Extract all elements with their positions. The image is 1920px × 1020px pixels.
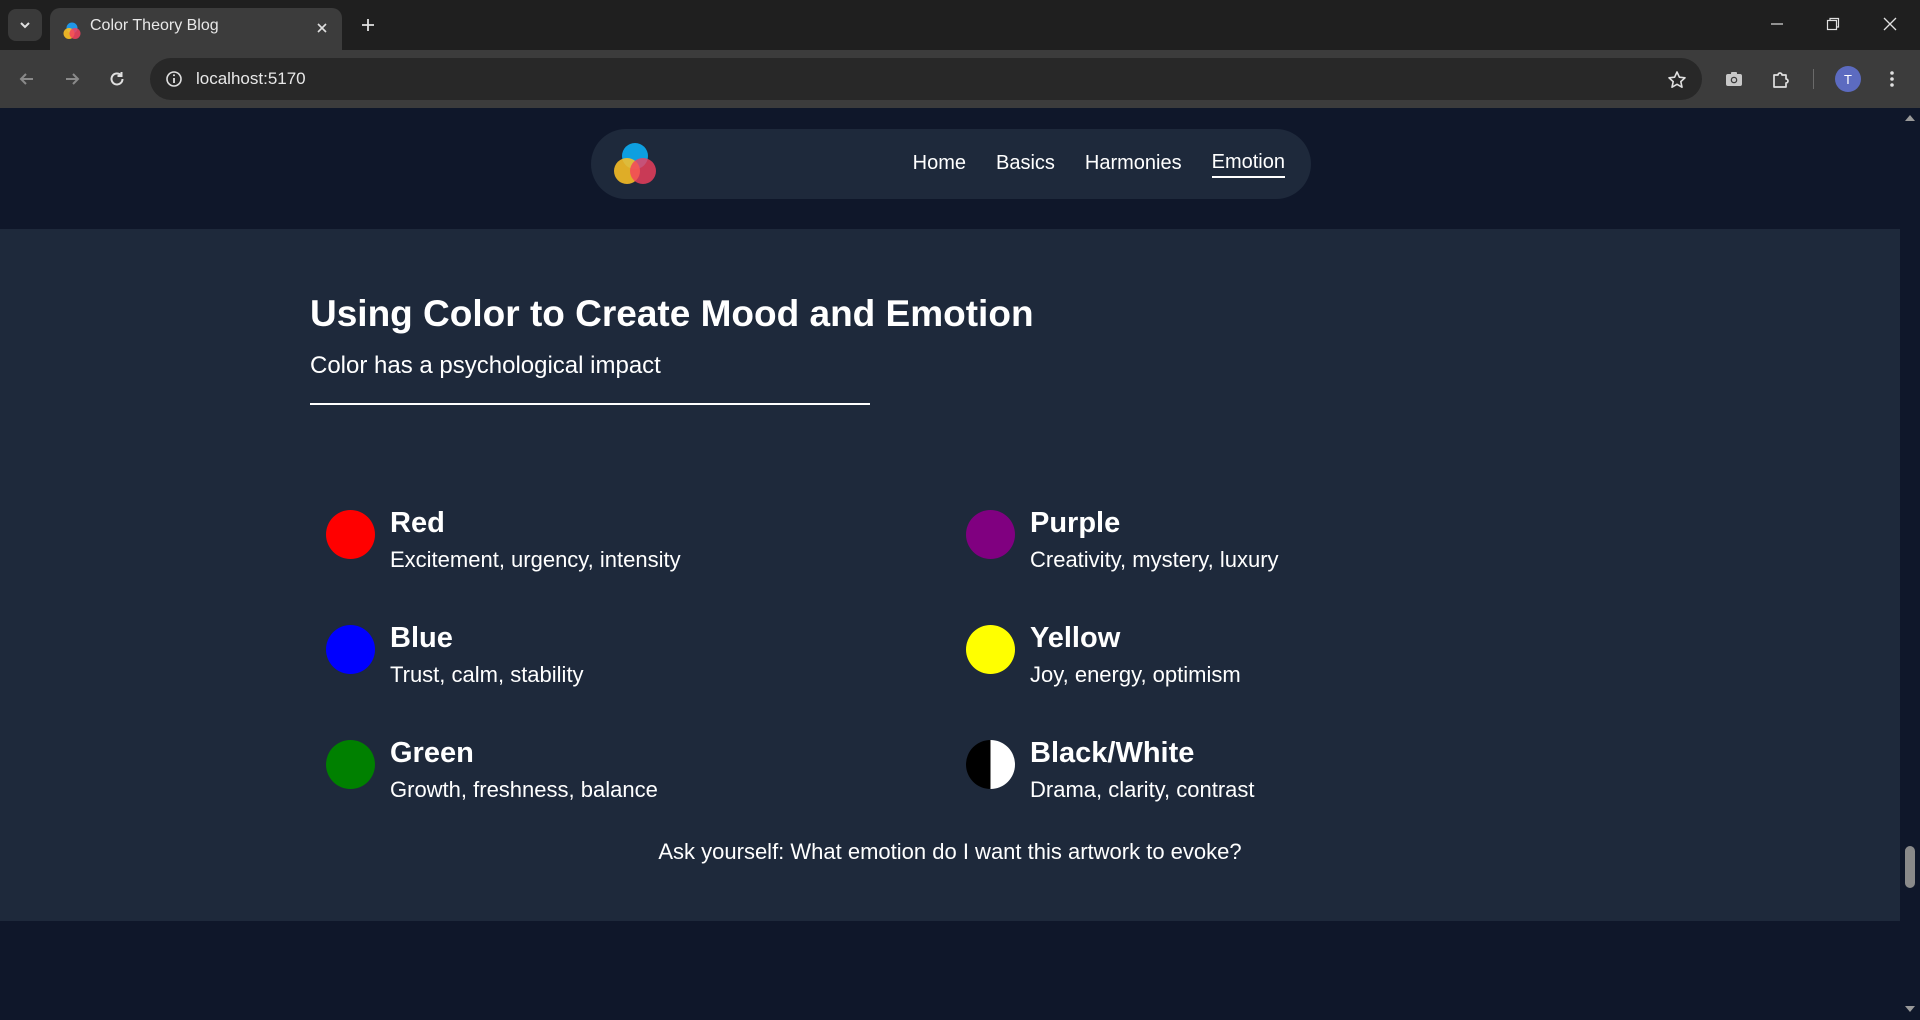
emotion-item-purple: Purple Creativity, mystery, luxury — [950, 497, 1510, 577]
bookmark-button[interactable] — [1664, 67, 1690, 93]
url-text: localhost:5170 — [196, 69, 306, 88]
tab-close-button[interactable] — [312, 18, 332, 38]
kebab-menu-icon — [1890, 71, 1894, 87]
site-info-button[interactable] — [160, 65, 188, 93]
emotion-item-red: Red Excitement, urgency, intensity — [310, 497, 870, 577]
profile-avatar[interactable]: T — [1835, 66, 1861, 92]
info-icon — [166, 71, 182, 87]
favicon-icon — [63, 22, 81, 39]
toolbar-separator — [1813, 69, 1814, 89]
nav-link-harmonies[interactable]: Harmonies — [1085, 152, 1182, 177]
extensions-button[interactable] — [1765, 63, 1797, 95]
plus-icon — [362, 19, 374, 31]
emotion-name: Yellow — [1030, 622, 1121, 654]
browser-titlebar: Color Theory Blog — [0, 0, 1920, 50]
arrow-right-icon — [66, 73, 80, 85]
color-swatch-red — [326, 510, 375, 559]
tab-title: Color Theory Blog — [90, 17, 219, 34]
nav-link-basics[interactable]: Basics — [996, 152, 1055, 177]
color-swatch-black-white — [966, 740, 1015, 789]
emotion-name: Purple — [1030, 507, 1121, 539]
nav-link-home[interactable]: Home — [913, 152, 966, 177]
tab-search-button[interactable] — [8, 9, 42, 41]
nav-link-emotion[interactable]: Emotion — [1211, 151, 1285, 178]
chevron-down-icon — [20, 22, 30, 29]
puzzle-icon — [1773, 72, 1789, 88]
page-title: Using Color to Create Mood and Emotion — [310, 293, 1034, 334]
nav-links: Home Basics Harmonies Emotion — [913, 129, 1285, 199]
color-swatch-purple — [966, 510, 1015, 559]
scroll-down-arrow-icon[interactable] — [1904, 1003, 1916, 1015]
title-divider — [310, 403, 870, 405]
emotion-item-blue: Blue Trust, calm, stability — [310, 612, 870, 692]
address-bar[interactable]: localhost:5170 — [150, 58, 1702, 100]
reload-icon — [110, 72, 124, 86]
emotion-description: Excitement, urgency, intensity — [390, 547, 681, 572]
emotion-description: Joy, energy, optimism — [1030, 662, 1241, 687]
scroll-up-arrow-icon[interactable] — [1904, 112, 1916, 124]
color-swatch-yellow — [966, 625, 1015, 674]
reflection-prompt: Ask yourself: What emotion do I want thi… — [658, 839, 1242, 864]
emotion-item-green: Green Growth, freshness, balance — [310, 727, 870, 807]
browser-toolbar: localhost:5170 — [0, 50, 1920, 108]
page-viewport: Home Basics Harmonies Emotion Using Colo… — [0, 108, 1900, 1020]
emotion-description: Trust, calm, stability — [390, 662, 584, 687]
site-header: Home Basics Harmonies Emotion — [0, 108, 1900, 229]
minimize-icon — [1771, 23, 1783, 25]
close-icon — [1883, 17, 1897, 31]
minimize-button[interactable] — [1760, 8, 1794, 40]
close-window-button[interactable] — [1873, 8, 1907, 40]
emotion-name: Red — [390, 507, 445, 539]
close-icon — [317, 23, 327, 33]
restore-button[interactable] — [1816, 8, 1850, 40]
back-button[interactable] — [11, 63, 43, 95]
emotion-name: Green — [390, 737, 474, 769]
arrow-left-icon — [19, 73, 33, 85]
emotion-name: Blue — [390, 622, 453, 654]
navbar: Home Basics Harmonies Emotion — [591, 129, 1311, 199]
section-subtitle: Color has a psychological impact — [310, 352, 661, 379]
star-icon — [1668, 71, 1686, 88]
section-content: Using Color to Create Mood and Emotion C… — [310, 229, 1590, 921]
emotion-item-yellow: Yellow Joy, energy, optimism — [950, 612, 1510, 692]
emotion-description: Growth, freshness, balance — [390, 777, 658, 802]
emotion-description: Drama, clarity, contrast — [1030, 777, 1255, 802]
menu-button[interactable] — [1876, 63, 1908, 95]
color-swatch-green — [326, 740, 375, 789]
scrollbar-thumb[interactable] — [1905, 846, 1915, 888]
emotion-name: Black/White — [1030, 737, 1195, 769]
camera-icon — [1726, 72, 1742, 86]
page-scrollbar[interactable] — [1900, 108, 1920, 1020]
emotion-description: Creativity, mystery, luxury — [1030, 547, 1279, 572]
color-circles-logo[interactable] — [609, 138, 661, 190]
forward-button[interactable] — [56, 63, 88, 95]
new-tab-button[interactable] — [355, 12, 381, 38]
emotion-section: Using Color to Create Mood and Emotion C… — [0, 229, 1900, 921]
emotion-item-black-white: Black/White Drama, clarity, contrast — [950, 727, 1510, 807]
restore-icon — [1826, 17, 1840, 31]
browser-tab[interactable]: Color Theory Blog — [50, 8, 342, 50]
screenshot-button[interactable] — [1718, 63, 1750, 95]
color-swatch-blue — [326, 625, 375, 674]
reload-button[interactable] — [101, 63, 133, 95]
